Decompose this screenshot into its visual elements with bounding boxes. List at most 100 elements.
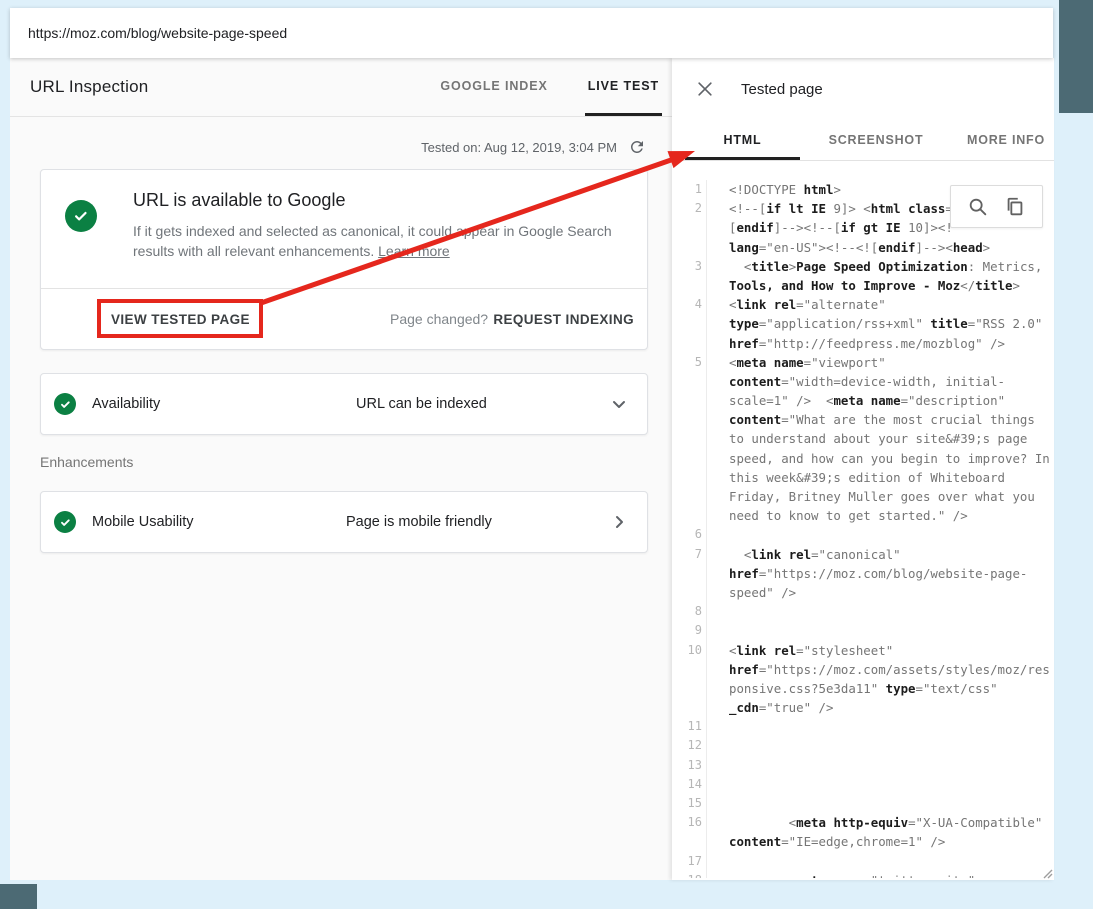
line-number: 10 <box>682 641 707 660</box>
code-row: 15 <box>682 794 1054 813</box>
code-row: this week&#39;s edition of Whiteboard <box>682 468 1054 487</box>
tested-page-tabs: HTML SCREENSHOT MORE INFO <box>672 120 1054 161</box>
learn-more-link[interactable]: Learn more <box>378 243 450 259</box>
availability-card[interactable]: Availability URL can be indexed <box>40 373 648 435</box>
code-text: <title>Page Speed Optimization: Metrics, <box>707 257 1042 276</box>
code-row: 11 <box>682 717 1054 736</box>
line-number: 15 <box>682 794 707 813</box>
enhancements-heading: Enhancements <box>40 454 672 471</box>
code-text: [endif]--><!--[if gt IE 10]><! <box>707 218 953 237</box>
code-row: 5<meta name="viewport" <box>682 353 1054 372</box>
code-row: href="https://moz.com/blog/website-page- <box>682 564 1054 583</box>
code-row: 16 <meta http-equiv="X-UA-Compatible" <box>682 813 1054 832</box>
line-number <box>682 238 707 257</box>
line-number: 1 <box>682 180 707 199</box>
search-icon[interactable] <box>967 196 989 218</box>
tab-html[interactable]: HTML <box>685 120 800 160</box>
code-text: <meta http-equiv="X-UA-Compatible" <box>707 813 1042 832</box>
line-number <box>682 506 707 525</box>
code-row: type="application/rss+xml" title="RSS 2.… <box>682 314 1054 333</box>
verdict-footer: VIEW TESTED PAGE Page changed? REQUEST I… <box>41 288 647 349</box>
tab-screenshot[interactable]: SCREENSHOT <box>820 120 932 160</box>
page-title: URL Inspection <box>30 77 148 97</box>
code-row: speed, and how can you begin to improve?… <box>682 449 1054 468</box>
code-text: to understand about your site&#39;s page <box>707 429 1027 448</box>
code-text <box>707 525 729 544</box>
url-inspection-input[interactable]: https://moz.com/blog/website-page-speed <box>10 8 1053 58</box>
verdict-body: If it gets indexed and selected as canon… <box>133 221 623 261</box>
mobile-check-icon <box>54 511 76 533</box>
line-number: 14 <box>682 775 707 794</box>
line-number <box>682 218 707 237</box>
content: URL Inspection GOOGLE INDEX LIVE TEST Te… <box>10 58 1053 880</box>
refresh-icon[interactable] <box>628 138 646 156</box>
verdict-title: URL is available to Google <box>133 190 623 211</box>
close-icon[interactable] <box>695 79 715 99</box>
line-number: 4 <box>682 295 707 314</box>
line-number: 8 <box>682 602 707 621</box>
line-number: 9 <box>682 621 707 640</box>
line-number: 7 <box>682 545 707 564</box>
code-row: 10<link rel="stylesheet" <box>682 641 1054 660</box>
line-number <box>682 449 707 468</box>
code-text: href="http://feedpress.me/mozblog" /> <box>707 334 1005 353</box>
code-text: <meta name="viewport" <box>707 353 886 372</box>
line-number <box>682 468 707 487</box>
code-text: lang="en-US"><!--<![endif]--><head> <box>707 238 990 257</box>
resize-grip[interactable] <box>1041 867 1053 879</box>
code-text <box>707 852 729 871</box>
verdict-card: URL is available to Google If it gets in… <box>40 169 648 350</box>
line-number <box>682 314 707 333</box>
line-number <box>682 429 707 448</box>
chevron-right-icon[interactable] <box>607 510 631 534</box>
code-row: Friday, Britney Muller goes over what yo… <box>682 487 1054 506</box>
availability-label: Availability <box>92 396 160 412</box>
tab-live-test[interactable]: LIVE TEST <box>585 58 662 116</box>
line-number <box>682 832 707 851</box>
page: https://moz.com/blog/website-page-speed … <box>0 0 1093 909</box>
tab-more-info[interactable]: MORE INFO <box>958 120 1054 160</box>
line-number: 16 <box>682 813 707 832</box>
code-text: need to know to get started." /> <box>707 506 968 525</box>
inspection-header: URL Inspection GOOGLE INDEX LIVE TEST <box>10 58 672 117</box>
availability-value: URL can be indexed <box>356 396 487 412</box>
view-tested-page-button[interactable]: VIEW TESTED PAGE <box>111 312 250 327</box>
request-indexing-button[interactable]: REQUEST INDEXING <box>493 312 634 327</box>
line-number: 11 <box>682 717 707 736</box>
mobile-usability-card[interactable]: Mobile Usability Page is mobile friendly <box>40 491 648 553</box>
tested-on-row: Tested on: Aug 12, 2019, 3:04 PM <box>10 117 672 156</box>
code-row: ponsive.css?5e3da11" type="text/css" <box>682 679 1054 698</box>
inspected-url: https://moz.com/blog/website-page-speed <box>28 25 287 41</box>
tested-page-title: Tested page <box>741 81 823 98</box>
code-row: 6 <box>682 525 1054 544</box>
search-console-window: https://moz.com/blog/website-page-speed … <box>10 8 1053 880</box>
line-number <box>682 276 707 295</box>
line-number <box>682 410 707 429</box>
code-text: <!--[if lt IE 9]> <html class= <box>707 199 953 218</box>
tested-on-text: Tested on: Aug 12, 2019, 3:04 PM <box>421 140 617 155</box>
decor-corner-bottom-left <box>0 884 37 909</box>
chevron-down-icon[interactable] <box>607 392 631 416</box>
tab-google-index[interactable]: GOOGLE INDEX <box>437 58 550 116</box>
code-toolbar <box>950 185 1043 228</box>
code-text: <!DOCTYPE html> <box>707 180 841 199</box>
line-number <box>682 564 707 583</box>
html-source-view[interactable]: 1<!DOCTYPE html>2<!--[if lt IE 9]> <html… <box>672 161 1054 878</box>
line-number: 2 <box>682 199 707 218</box>
copy-icon[interactable] <box>1004 196 1026 218</box>
line-number: 6 <box>682 525 707 544</box>
line-number <box>682 487 707 506</box>
code-text <box>707 621 729 640</box>
line-number: 3 <box>682 257 707 276</box>
code-row: 18 <meta name="twitter:site" <box>682 871 1054 878</box>
line-number: 18 <box>682 871 707 878</box>
line-number: 13 <box>682 756 707 775</box>
code-text: type="application/rss+xml" title="RSS 2.… <box>707 314 1042 333</box>
decor-corner-top-right <box>1059 0 1093 113</box>
code-text: content="width=device-width, initial- <box>707 372 1005 391</box>
mobile-usability-value: Page is mobile friendly <box>346 514 492 530</box>
code-row: Tools, and How to Improve - Moz</title> <box>682 276 1054 295</box>
code-text: <link rel="alternate" <box>707 295 886 314</box>
code-row: 9 <box>682 621 1054 640</box>
code-text: _cdn="true" /> <box>707 698 833 717</box>
